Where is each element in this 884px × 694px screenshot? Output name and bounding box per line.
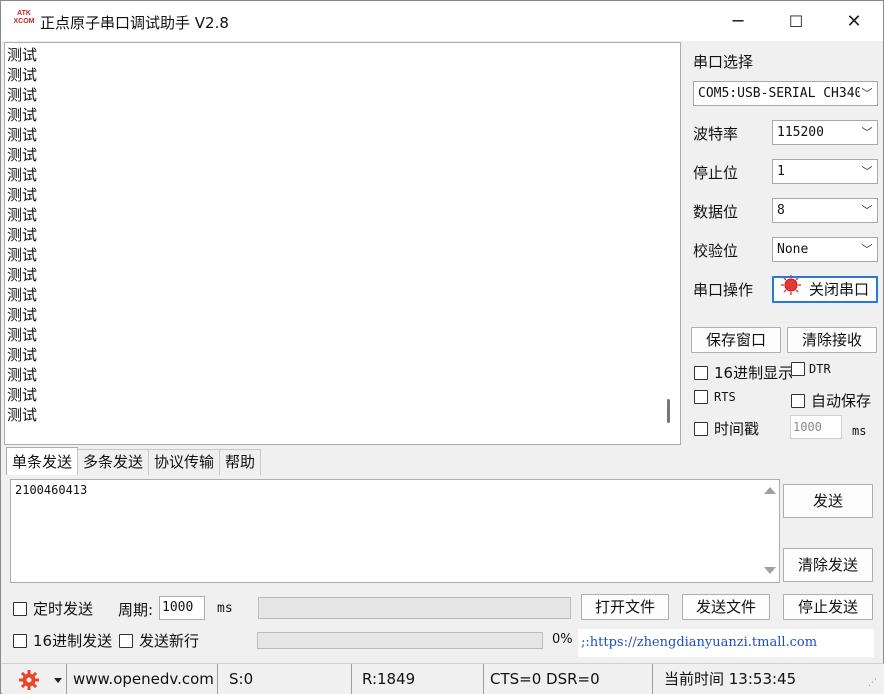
website-label[interactable]: www.openedv.com: [66, 664, 218, 694]
settings-gear-icon[interactable]: [18, 669, 40, 694]
checkbox-box: [694, 390, 708, 404]
port-op-label: 串口操作: [693, 281, 754, 299]
receive-line: 测试: [7, 226, 38, 244]
receive-line: 测试: [7, 106, 38, 124]
hex-display-checkbox[interactable]: 16进制显示: [694, 362, 793, 383]
tab-protocol[interactable]: 协议传输: [148, 449, 221, 475]
send-scrollbar[interactable]: [759, 480, 779, 582]
chevron-down-icon: ﹀: [860, 238, 874, 261]
tab-multi-send[interactable]: 多条发送: [77, 449, 150, 475]
status-bar: www.openedv.com S:0 R:1849 CTS=0 DSR=0 D…: [2, 663, 884, 694]
checkbox-box: [791, 393, 805, 408]
checkbox-box: [13, 601, 27, 616]
window-title: 正点原子串口调试助手 V2.8: [40, 14, 229, 32]
dropdown-arrow-icon[interactable]: [54, 678, 62, 683]
stop-bits-select[interactable]: 1 ﹀: [772, 159, 878, 184]
hex-send-checkbox[interactable]: 16进制发送: [13, 630, 112, 651]
tab-single-send[interactable]: 单条发送: [6, 447, 79, 475]
checkbox-box: [13, 633, 27, 648]
timestamp-interval-input[interactable]: 1000: [790, 415, 842, 439]
send-progress-percent: 0%: [552, 632, 573, 647]
parity-label: 校验位: [693, 242, 739, 260]
close-button[interactable]: ✕: [825, 1, 883, 41]
clear-receive-button[interactable]: 清除接收: [787, 327, 877, 353]
receive-line: 测试: [7, 366, 38, 384]
send-tabs: 单条发送 多条发送 协议传输 帮助: [6, 447, 262, 475]
close-port-button[interactable]: 关闭串口: [772, 275, 878, 303]
receive-line: 测试: [7, 266, 38, 284]
save-window-button[interactable]: 保存窗口: [691, 327, 781, 353]
receive-line: 测试: [7, 346, 38, 364]
app-window: ATK XCOM 正点原子串口调试助手 V2.8 ─ ☐ ✕ 测试 测试 测试 测试测…: [0, 0, 884, 694]
data-bits-label: 数据位: [693, 203, 739, 221]
stop-bits-label: 停止位: [693, 164, 739, 182]
receive-line: 测试: [7, 86, 38, 104]
stop-send-button[interactable]: 停止发送: [783, 594, 873, 620]
checkbox-box: [119, 633, 133, 648]
auto-save-checkbox[interactable]: 自动保存: [791, 390, 871, 411]
period-input[interactable]: 1000: [159, 596, 205, 620]
scroll-down-icon[interactable]: [764, 567, 776, 574]
app-logo-icon: ATK XCOM: [13, 10, 35, 25]
period-label: 周期:: [118, 601, 154, 619]
scroll-up-icon[interactable]: [764, 487, 776, 494]
resize-grip-icon[interactable]: ⋰: [868, 678, 877, 688]
receive-line: 测试: [7, 206, 38, 224]
open-file-button[interactable]: 打开文件: [581, 594, 669, 620]
send-file-button[interactable]: 发送文件: [682, 594, 770, 620]
title-bar: ATK XCOM 正点原子串口调试助手 V2.8 ─ ☐ ✕: [1, 1, 883, 41]
chevron-down-icon: ﹀: [860, 160, 874, 183]
status-led-icon: [780, 275, 801, 302]
chevron-down-icon: ﹀: [860, 199, 874, 222]
parity-select[interactable]: None ﹀: [772, 237, 878, 262]
checkbox-box: [694, 421, 708, 436]
file-path-bar: [258, 597, 571, 619]
receive-line: 测试: [7, 306, 38, 324]
port-select[interactable]: COM5:USB-SERIAL CH340 ﹀: [693, 81, 878, 106]
timestamp-unit: ms: [852, 424, 867, 438]
receive-line: 测试: [7, 166, 38, 184]
ad-link[interactable]: ;:https://zhengdianyuanzi.tmall.com: [578, 629, 874, 657]
tab-help[interactable]: 帮助: [219, 449, 262, 475]
line-status: CTS=0 DSR=0 DCD=0: [484, 664, 653, 694]
minimize-button[interactable]: ─: [709, 1, 767, 41]
chevron-down-icon: ﹀: [860, 121, 874, 144]
receive-line: 测试: [7, 326, 38, 344]
send-newline-checkbox[interactable]: 发送新行: [119, 630, 199, 651]
baud-select[interactable]: 115200 ﹀: [772, 120, 878, 145]
receive-line: 测试: [7, 386, 38, 404]
receive-line: 测试: [7, 246, 38, 264]
send-progress-bar: [257, 632, 543, 649]
port-select-label: 串口选择: [693, 53, 754, 71]
data-bits-select[interactable]: 8 ﹀: [772, 198, 878, 223]
checkbox-box: [694, 365, 708, 380]
maximize-button[interactable]: ☐: [767, 1, 825, 41]
dtr-checkbox[interactable]: DTR: [791, 362, 831, 376]
receive-scrollbar[interactable]: [667, 399, 670, 423]
rts-checkbox[interactable]: RTS: [694, 390, 736, 404]
chevron-down-icon: ﹀: [860, 82, 874, 105]
send-textarea[interactable]: 2100460413: [10, 479, 780, 583]
baud-label: 波特率: [693, 125, 739, 143]
receive-line: 测试: [7, 126, 38, 144]
receive-line: 测试: [7, 186, 38, 204]
receive-line: 测试: [7, 46, 38, 64]
current-time: 当前时间 13:53:45: [664, 670, 797, 688]
send-button[interactable]: 发送: [783, 484, 873, 518]
period-unit: ms: [217, 601, 233, 616]
receive-line: 测试: [7, 406, 38, 424]
receive-lines: 测试 测试 测试 测试 测试 测试 测试 测试 测试 测试 测试 测试 测试 测试 测试 测试 测试 测试 测试: [7, 45, 37, 425]
receive-line: 测试: [7, 66, 38, 84]
receive-line: 测试: [7, 146, 38, 164]
checkbox-box: [791, 362, 805, 376]
timestamp-checkbox[interactable]: 时间戳: [694, 418, 759, 439]
sent-count: S:0: [223, 664, 352, 694]
receive-textarea[interactable]: 测试 测试 测试 测试 测试 测试 测试 测试 测试 测试 测试 测试 测试 测试 测试 测试 测试 测试 测试: [4, 42, 681, 445]
receive-line: 测试: [7, 286, 38, 304]
received-count: R:1849: [356, 664, 484, 694]
clear-send-button[interactable]: 清除发送: [783, 548, 873, 582]
timed-send-checkbox[interactable]: 定时发送: [13, 598, 93, 619]
